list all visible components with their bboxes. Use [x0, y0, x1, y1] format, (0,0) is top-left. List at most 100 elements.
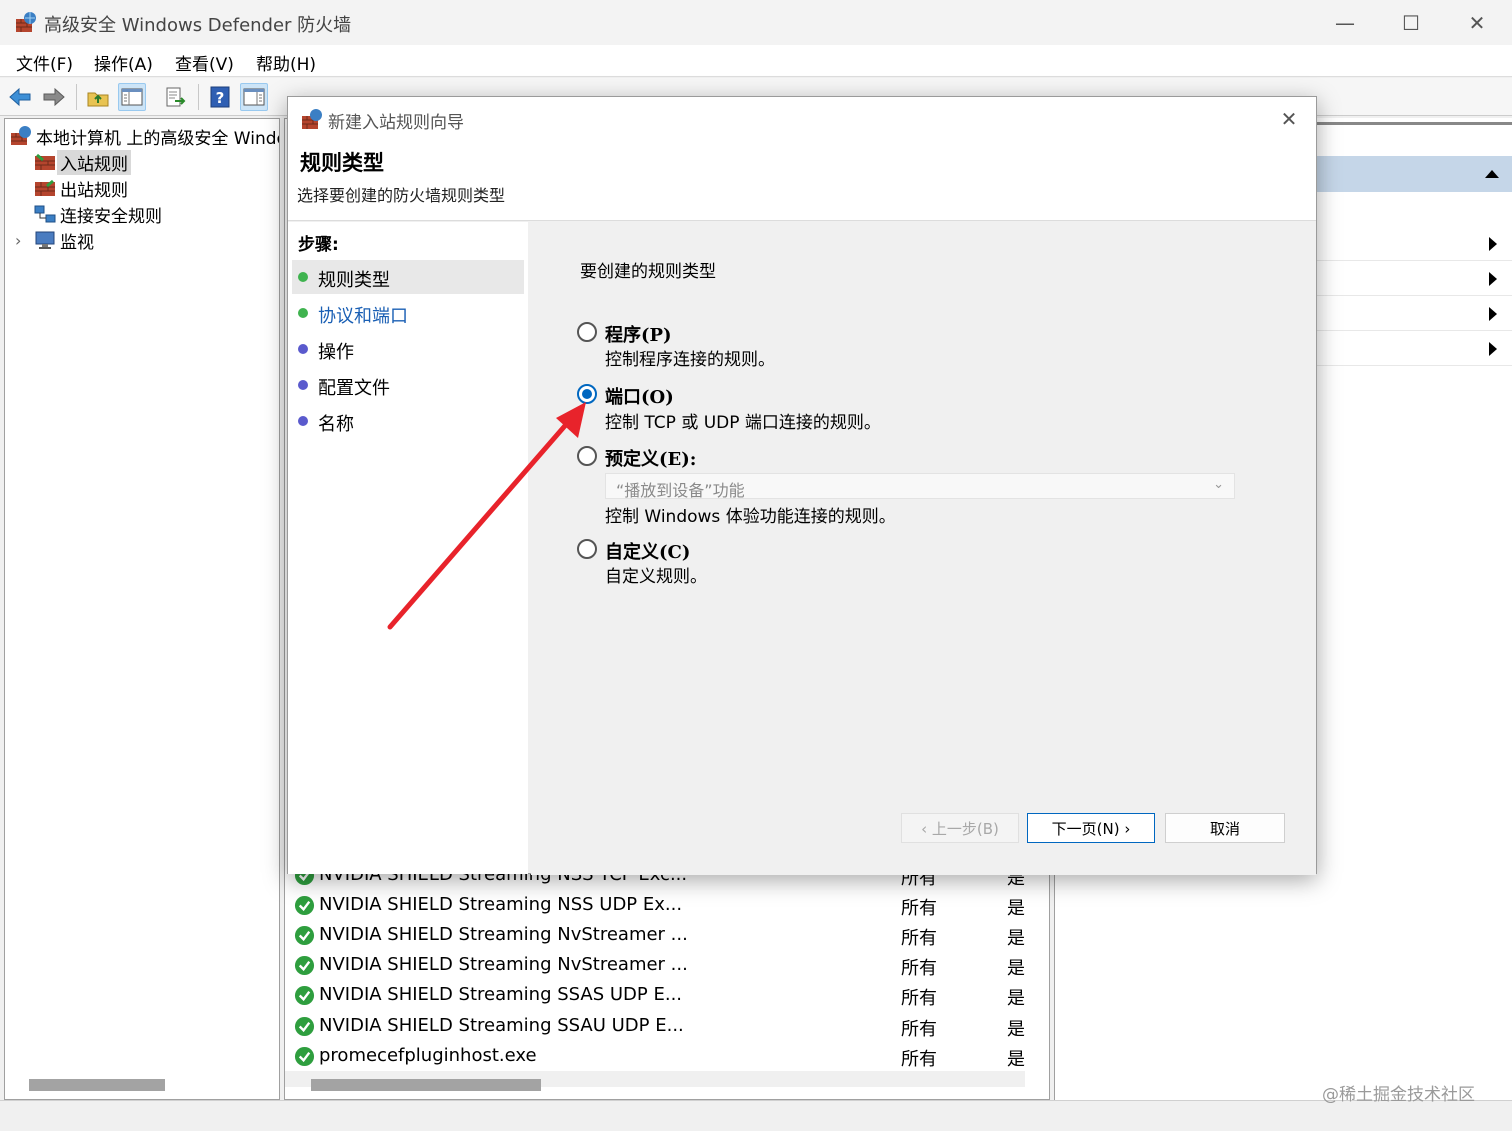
window-titlebar: 高级安全 Windows Defender 防火墙 — ☐ ✕	[0, 0, 1512, 45]
wizard-titlebar: 新建入站规则向导 ✕	[288, 97, 1316, 141]
export-list-button[interactable]	[162, 83, 190, 111]
tree-item-label: 连接安全规则	[60, 206, 162, 227]
rule-profile: 所有	[901, 928, 937, 949]
rule-profile: 所有	[901, 1019, 937, 1040]
option-predefined-label[interactable]: 预定义(E):	[605, 445, 696, 471]
table-row[interactable]: NVIDIA SHIELD Streaming NvStreamer ... 所…	[291, 921, 1031, 951]
rule-profile: 所有	[901, 1049, 937, 1070]
predefined-selected-value: “播放到设备”功能	[616, 481, 745, 500]
close-window-button[interactable]: ✕	[1444, 0, 1510, 45]
step-status-dot	[298, 308, 308, 318]
rule-enabled: 是	[1007, 928, 1025, 949]
rule-name: promecefpluginhost.exe	[319, 1045, 537, 1066]
enabled-check-icon	[294, 985, 315, 1006]
toolbar-separator	[76, 84, 77, 110]
new-inbound-rule-wizard: 新建入站规则向导 ✕ 规则类型 选择要创建的防火墙规则类型 步骤: 规则类型 协…	[287, 96, 1317, 875]
radio-port[interactable]	[577, 384, 597, 404]
submenu-arrow-icon	[1489, 237, 1497, 251]
menu-action[interactable]: 操作(A)	[94, 50, 153, 75]
wizard-page-subtitle: 选择要创建的防火墙规则类型	[297, 186, 506, 205]
wizard-title: 新建入站规则向导	[328, 113, 464, 133]
back-button[interactable]	[6, 83, 34, 111]
rule-name: NVIDIA SHIELD Streaming NvStreamer ...	[319, 954, 688, 975]
radio-program[interactable]	[577, 322, 597, 342]
list-horizontal-scrollbar[interactable]	[311, 1079, 541, 1091]
table-row[interactable]: NVIDIA SHIELD Streaming SSAS UDP E... 所有…	[291, 981, 1031, 1011]
maximize-button[interactable]: ☐	[1378, 0, 1444, 45]
firewall-app-icon	[16, 12, 36, 32]
inbound-rules-icon	[35, 153, 55, 170]
collapse-up-icon[interactable]	[1485, 170, 1499, 178]
rule-name: NVIDIA SHIELD Streaming NSS UDP Ex...	[319, 894, 683, 915]
firewall-app-icon	[302, 109, 322, 129]
table-row[interactable]: NVIDIA SHIELD Streaming NvStreamer ... 所…	[291, 951, 1031, 981]
option-program-desc: 控制程序连接的规则。	[605, 350, 775, 370]
tree-item-outbound-rules[interactable]: 出站规则	[33, 175, 131, 201]
tree-expander-icon[interactable]: ›	[15, 231, 33, 250]
step-label: 协议和端口	[318, 306, 408, 327]
rule-enabled: 是	[1007, 988, 1025, 1009]
menu-view[interactable]: 查看(V)	[175, 50, 234, 75]
option-program-label[interactable]: 程序(P)	[605, 321, 672, 347]
folder-up-icon	[87, 92, 109, 107]
option-port-desc: 控制 TCP 或 UDP 端口连接的规则。	[605, 413, 881, 433]
tree-item-monitoring[interactable]: › 监视	[15, 227, 97, 253]
back-step-button[interactable]: ‹ 上一步(B)	[901, 813, 1019, 843]
rule-name: NVIDIA SHIELD Streaming SSAU UDP E...	[319, 1015, 684, 1036]
step-status-dot	[298, 380, 308, 390]
option-predefined-desc: 控制 Windows 体验功能连接的规则。	[605, 507, 896, 527]
up-folder-button[interactable]	[84, 83, 112, 111]
menu-file[interactable]: 文件(F)	[16, 50, 73, 75]
step-label: 操作	[318, 342, 354, 363]
radio-custom[interactable]	[577, 539, 597, 559]
step-label: 规则类型	[318, 270, 390, 291]
tree-item-label: 入站规则	[57, 149, 131, 175]
step-name[interactable]: 名称	[292, 404, 524, 438]
window-title: 高级安全 Windows Defender 防火墙	[44, 15, 352, 36]
table-row[interactable]: promecefpluginhost.exe 所有 是	[291, 1042, 1031, 1072]
tree-root[interactable]: 本地计算机 上的高级安全 Windows Defender 防火墙	[5, 123, 279, 149]
step-label: 配置文件	[318, 378, 390, 399]
tree-item-inbound-rules[interactable]: 入站规则	[33, 149, 131, 175]
minimize-button[interactable]: —	[1312, 0, 1378, 45]
watermark: @稀土掘金技术社区	[1322, 1085, 1475, 1105]
tree-root-label: 本地计算机 上的高级安全 Windows Defender 防火墙	[36, 128, 279, 149]
enabled-check-icon	[294, 1016, 315, 1037]
step-profile[interactable]: 配置文件	[292, 368, 524, 402]
radio-predefined[interactable]	[577, 446, 597, 466]
menu-help[interactable]: 帮助(H)	[256, 50, 316, 75]
tree-horizontal-scrollbar[interactable]	[29, 1079, 165, 1091]
show-hide-console-tree-button[interactable]	[118, 83, 146, 111]
tree-item-label: 出站规则	[60, 180, 128, 201]
wizard-steps-panel: 步骤: 规则类型 协议和端口 操作 配置文件 名称	[288, 222, 528, 874]
rule-enabled: 是	[1007, 898, 1025, 919]
show-hide-action-pane-button[interactable]	[240, 83, 268, 111]
step-action[interactable]: 操作	[292, 332, 524, 366]
rule-type-question: 要创建的规则类型	[580, 262, 716, 282]
toolbar-separator	[198, 84, 199, 110]
option-custom-desc: 自定义规则。	[605, 567, 707, 587]
help-button[interactable]: ?	[206, 83, 234, 111]
wizard-close-button[interactable]: ✕	[1274, 105, 1304, 133]
enabled-check-icon	[294, 1046, 315, 1067]
next-page-button[interactable]: 下一页(N) ›	[1027, 813, 1155, 843]
submenu-arrow-icon	[1489, 342, 1497, 356]
submenu-arrow-icon	[1489, 307, 1497, 321]
submenu-arrow-icon	[1489, 272, 1497, 286]
step-protocol-and-ports[interactable]: 协议和端口	[292, 296, 524, 330]
forward-button[interactable]	[40, 83, 68, 111]
option-custom-label[interactable]: 自定义(C)	[605, 538, 690, 564]
console-tree-icon	[121, 88, 143, 106]
wizard-header: 规则类型 选择要创建的防火墙规则类型	[288, 141, 1316, 221]
rule-profile: 所有	[901, 988, 937, 1009]
export-list-icon	[166, 87, 186, 107]
predefined-rule-dropdown[interactable]: “播放到设备”功能 ⌄	[605, 473, 1235, 500]
cancel-button[interactable]: 取消	[1165, 813, 1285, 843]
table-row[interactable]: NVIDIA SHIELD Streaming SSAU UDP E... 所有…	[291, 1012, 1031, 1042]
step-rule-type[interactable]: 规则类型	[292, 260, 524, 294]
table-row[interactable]: NVIDIA SHIELD Streaming NSS UDP Ex... 所有…	[291, 891, 1031, 921]
option-port-label[interactable]: 端口(O)	[605, 383, 674, 409]
step-label: 名称	[318, 414, 354, 435]
console-tree: 本地计算机 上的高级安全 Windows Defender 防火墙 入站规则 出…	[4, 118, 280, 1100]
tree-item-connection-security-rules[interactable]: 连接安全规则	[33, 201, 165, 227]
